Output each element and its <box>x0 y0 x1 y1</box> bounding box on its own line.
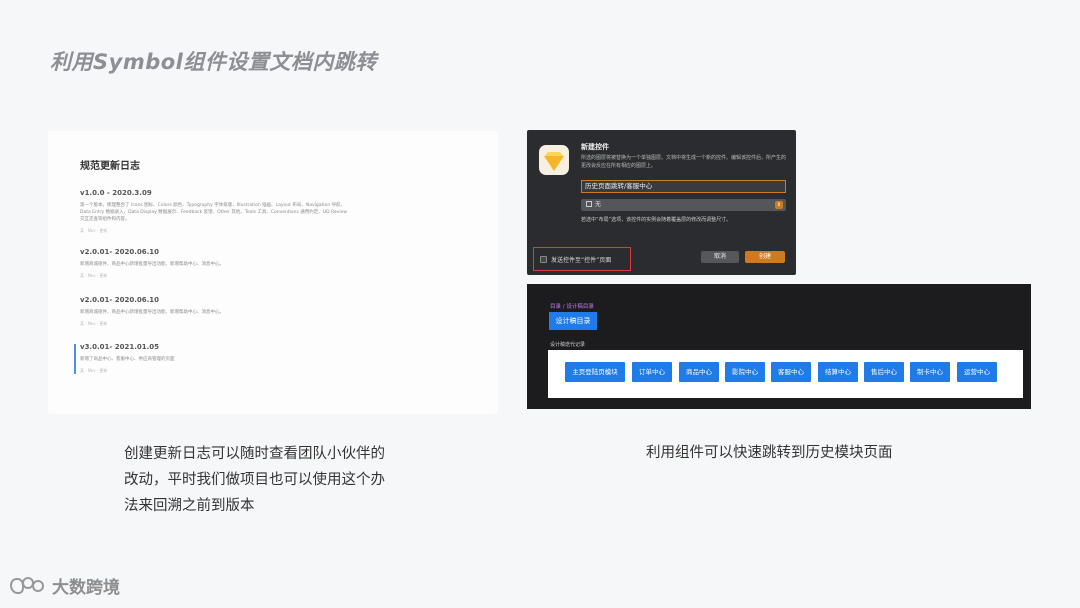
dialog-description: 所选的图层将被替换为一个单独图层。文档中将生成一个新的控件。编辑该控件后，所产生… <box>581 155 787 169</box>
changelog-entry: v3.0.01- 2021.01.05 新增了商品中心、客服中心、供应商管理的页… <box>80 343 350 374</box>
module-button-group: 主页登陆页模块 订单中心 商品中心 影院中心 客服中心 结算中心 售后中心 制卡… <box>548 350 1023 398</box>
chevron-updown-icon: ⇕ <box>775 201 783 209</box>
entry-description: 第一个版本，梳理整合了 Icons 图标、Colors 颜色、Typograph… <box>80 203 348 222</box>
send-to-symbols-option[interactable]: 发送控件至“控件”页面 <box>533 247 631 271</box>
entry-description: 新增了商品中心、客服中心、供应商管理的页面 <box>80 357 175 362</box>
new-symbol-dialog: 新建控件 所选的图层将被替换为一个单独图层。文档中将生成一个新的控件。编辑该控件… <box>527 130 796 275</box>
breadcrumb: 目录 / 设计稿目录 <box>550 302 594 310</box>
module-button-service[interactable]: 客服中心 <box>771 362 811 382</box>
cancel-button[interactable]: 取消 <box>701 251 739 263</box>
brand-logo-icon <box>8 574 50 598</box>
caption-line: 法来回溯之前到版本 <box>124 498 255 514</box>
changelog-heading: 规范更新日志 <box>80 161 140 172</box>
brand-logo: 大数跨境 <box>8 573 120 598</box>
symbol-name-input[interactable]: 历史页面跳转/客服中心 <box>581 180 786 193</box>
entry-description: 新增商城组件、商品中心新增批量导出功能、新增帮助中心、消息中心。 <box>80 310 224 315</box>
dialog-note: 若选中“布局”选项，该控件的实例会随着覆盖层的修改而调整尺寸。 <box>581 217 732 223</box>
module-button-cinema[interactable]: 影院中心 <box>725 362 765 382</box>
design-directory-panel: 目录 / 设计稿目录 设计稿目录 设计稿迭代记录 主页登陆页模块 订单中心 商品… <box>527 284 1031 409</box>
layout-select[interactable]: 无 ⇕ <box>581 199 786 211</box>
module-button-operations[interactable]: 运营中心 <box>957 362 997 382</box>
entry-version: v1.0.0 - 2020.3.09 <box>80 189 152 197</box>
entry-meta: 某 · Nov · 更新 <box>80 273 108 278</box>
design-directory-button[interactable]: 设计稿目录 <box>549 312 597 330</box>
create-button[interactable]: 创建 <box>745 251 785 263</box>
entry-meta: 某 · Nov · 更新 <box>80 368 108 373</box>
dialog-title: 新建控件 <box>581 143 609 151</box>
entry-version: v2.0.01- 2020.06.10 <box>80 296 159 304</box>
entry-meta: 某 · Nov · 更新 <box>80 321 108 326</box>
module-button-settlement[interactable]: 结算中心 <box>818 362 858 382</box>
iteration-record-label: 设计稿迭代记录 <box>550 342 586 348</box>
caption-line: 创建更新日志可以随时查看团队小伙伴的 <box>124 446 385 462</box>
module-button-card[interactable]: 制卡中心 <box>910 362 950 382</box>
layout-select-value: 无 <box>595 201 602 208</box>
breadcrumb-link[interactable]: 目录 <box>550 304 561 310</box>
changelog-card: 规范更新日志 v1.0.0 - 2020.3.09 第一个版本，梳理整合了 Ic… <box>48 131 498 414</box>
changelog-entry: v2.0.01- 2020.06.10 新增商城组件、商品中心新增批量导出功能、… <box>80 296 350 327</box>
entry-version: v2.0.01- 2020.06.10 <box>80 248 159 256</box>
entry-meta: 某 · Nov · 更新 <box>80 228 108 233</box>
send-to-symbols-label: 发送控件至“控件”页面 <box>551 257 612 264</box>
breadcrumb-current: 设计稿目录 <box>566 304 594 310</box>
sketch-app-icon <box>539 145 569 175</box>
timeline-active-marker <box>74 344 76 374</box>
caption-line: 改动，平时我们做项目也可以使用这个办 <box>124 472 385 488</box>
module-button-aftersale[interactable]: 售后中心 <box>864 362 904 382</box>
send-to-symbols-checkbox[interactable] <box>540 256 547 263</box>
brand-name: 大数跨境 <box>52 578 120 598</box>
entry-description: 新增商城组件、商品中心新增批量导出功能、新增帮助中心、消息中心。 <box>80 262 224 267</box>
page-title: 利用Symbol组件设置文档内跳转 <box>50 50 377 74</box>
module-button-products[interactable]: 商品中心 <box>679 362 719 382</box>
changelog-caption: 创建更新日志可以随时查看团队小伙伴的 改动，平时我们做项目也可以使用这个办 法来… <box>124 441 424 519</box>
module-button-home-login[interactable]: 主页登陆页模块 <box>565 362 625 382</box>
changelog-entry: v2.0.01- 2020.06.10 新增商城组件、商品中心新增批量导出功能、… <box>80 248 350 279</box>
changelog-entry: v1.0.0 - 2020.3.09 第一个版本，梳理整合了 Icons 图标、… <box>80 189 350 234</box>
entry-version: v3.0.01- 2021.01.05 <box>80 343 159 351</box>
directory-caption: 利用组件可以快速跳转到历史模块页面 <box>646 445 893 461</box>
checkbox-icon <box>586 201 592 207</box>
module-button-orders[interactable]: 订单中心 <box>632 362 672 382</box>
